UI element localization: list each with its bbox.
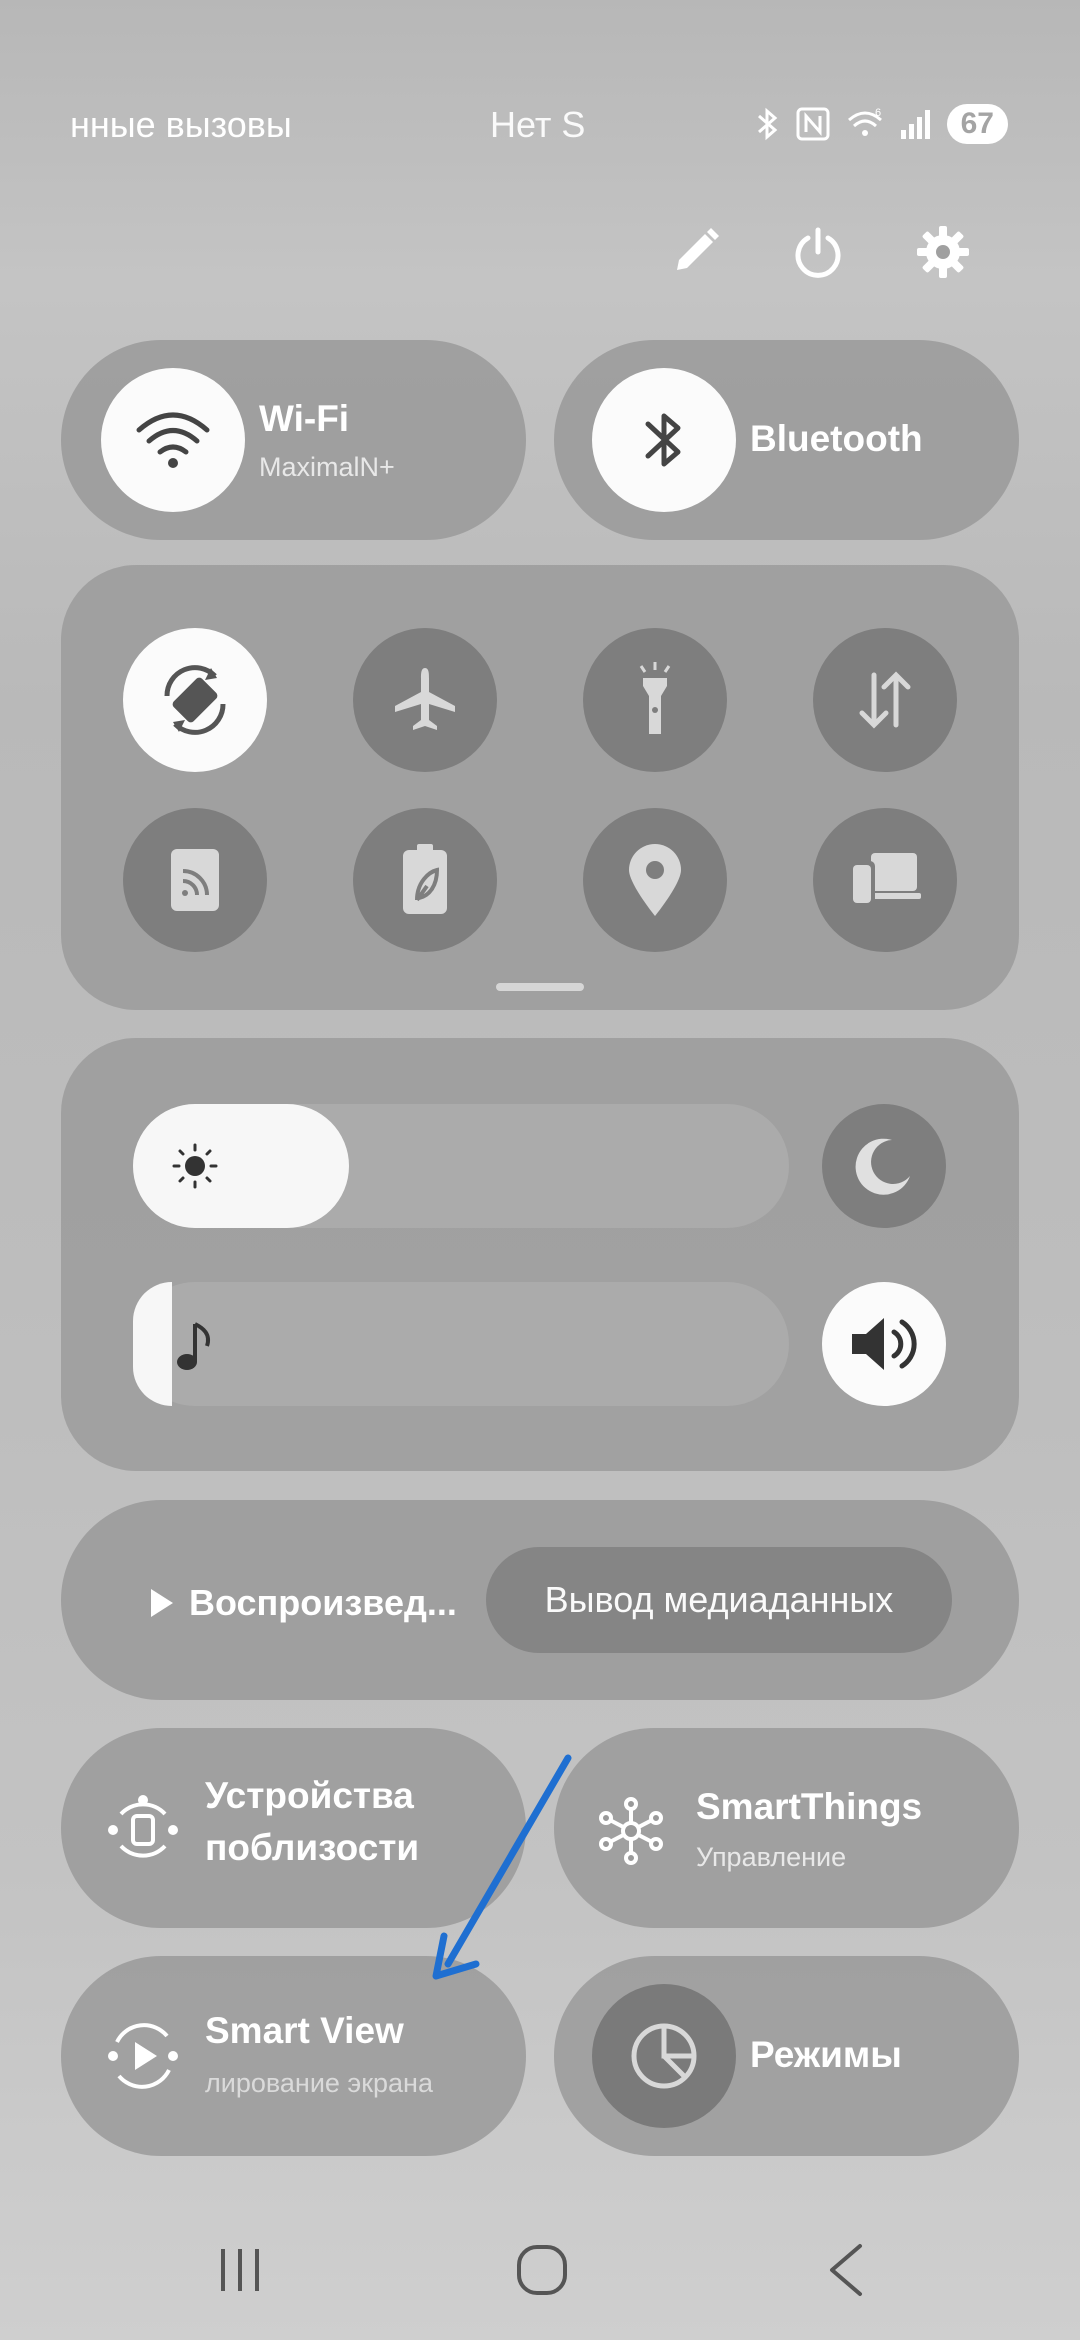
- airplane-mode-toggle[interactable]: [353, 628, 497, 772]
- wifi-6-icon: 6: [847, 107, 882, 136]
- settings-button[interactable]: [911, 220, 975, 284]
- music-note-icon: [177, 1322, 210, 1370]
- svg-text:6: 6: [875, 107, 881, 119]
- power-icon: [795, 227, 841, 278]
- smartthings-tile[interactable]: SmartThings Управление: [554, 1728, 1019, 1928]
- location-pin-icon: [629, 844, 681, 916]
- battery-leaf-icon: [403, 844, 447, 914]
- phone-laptop-icon: [849, 853, 921, 907]
- nav-home-button[interactable]: [502, 2230, 582, 2310]
- edit-icon: [677, 228, 719, 270]
- home-icon: [517, 2245, 567, 2295]
- nav-back-button[interactable]: [806, 2230, 886, 2310]
- panel-expand-handle[interactable]: [496, 983, 584, 991]
- data-arrows-icon: [859, 671, 911, 729]
- status-bar-icons: 6 67: [753, 104, 1008, 144]
- back-icon: [830, 2244, 862, 2296]
- quick-toggles-panel: [61, 565, 1019, 1010]
- airplane-icon: [395, 668, 455, 730]
- nfc-cast-toggle[interactable]: [123, 808, 267, 952]
- speaker-icon: [852, 1318, 917, 1370]
- annotation-arrow: [432, 1754, 572, 1980]
- status-bar-center-text: Нет S: [490, 104, 586, 145]
- brightness-fill: [133, 1104, 349, 1228]
- power-button[interactable]: [786, 220, 850, 284]
- nav-recents-button[interactable]: [200, 2230, 280, 2310]
- status-bar-left-text: нные вызовы: [70, 104, 292, 145]
- nearby-devices-icon: [108, 1795, 178, 1858]
- media-output-label: Вывод медиаданных: [544, 1579, 894, 1620]
- bluetooth-tile[interactable]: Bluetooth: [554, 340, 1019, 540]
- smart-view-label: Smart View: [205, 2010, 404, 2051]
- wifi-label: Wi-Fi: [259, 398, 350, 439]
- flashlight-icon: [639, 662, 671, 734]
- auto-rotate-toggle[interactable]: [123, 628, 267, 772]
- smartthings-sub: Управление: [696, 1842, 847, 1872]
- bluetooth-label: Bluetooth: [750, 418, 923, 459]
- device-link-toggle[interactable]: [813, 808, 957, 952]
- flashlight-toggle[interactable]: [583, 628, 727, 772]
- edit-button[interactable]: [663, 220, 727, 284]
- brightness-slider[interactable]: [133, 1104, 789, 1228]
- sound-mode-toggle[interactable]: [822, 1282, 946, 1406]
- settings-icon: [917, 226, 969, 278]
- power-saving-toggle[interactable]: [353, 808, 497, 952]
- wifi-tile[interactable]: Wi-Fi MaximalN+: [61, 340, 526, 540]
- wifi-icon: [136, 412, 210, 468]
- modes-tile[interactable]: Режимы: [554, 1956, 1019, 2156]
- battery-badge: 67: [946, 104, 1008, 144]
- moon-icon: [855, 1138, 910, 1195]
- modes-toggle[interactable]: [592, 1984, 736, 2128]
- signal-icon: [900, 110, 930, 139]
- bluetooth-icon: [757, 107, 777, 141]
- media-bar: Воспроизвед... Вывод медиаданных: [61, 1500, 1019, 1700]
- location-toggle[interactable]: [583, 808, 727, 952]
- bluetooth-toggle[interactable]: [592, 368, 736, 512]
- wifi-network-name: MaximalN+: [259, 452, 395, 482]
- nfc-icon: [796, 107, 830, 141]
- bluetooth-icon: [645, 413, 681, 467]
- nfc-cast-icon: [171, 849, 219, 911]
- mobile-data-toggle[interactable]: [813, 628, 957, 772]
- media-play-button[interactable]: Воспроизвед...: [149, 1582, 457, 1624]
- media-output-button[interactable]: Вывод медиаданных: [486, 1547, 952, 1653]
- dark-mode-toggle[interactable]: [822, 1104, 946, 1228]
- smart-view-icon: [108, 2023, 178, 2089]
- brightness-sun-icon: [172, 1143, 218, 1189]
- smartthings-label: SmartThings: [696, 1786, 923, 1827]
- smartthings-icon: [599, 1797, 663, 1865]
- sliders-panel: [61, 1038, 1019, 1471]
- play-icon: [151, 1589, 173, 1617]
- smart-view-sub: лирование экрана: [205, 2068, 433, 2098]
- wifi-toggle[interactable]: [101, 368, 245, 512]
- modes-label: Режимы: [750, 2034, 902, 2075]
- volume-fill: [133, 1282, 172, 1406]
- media-play-label: Воспроизвед...: [189, 1582, 457, 1623]
- auto-rotate-icon: [164, 665, 226, 735]
- modes-icon: [631, 2023, 697, 2089]
- media-volume-slider[interactable]: [133, 1282, 789, 1406]
- recents-icon: [221, 2249, 259, 2291]
